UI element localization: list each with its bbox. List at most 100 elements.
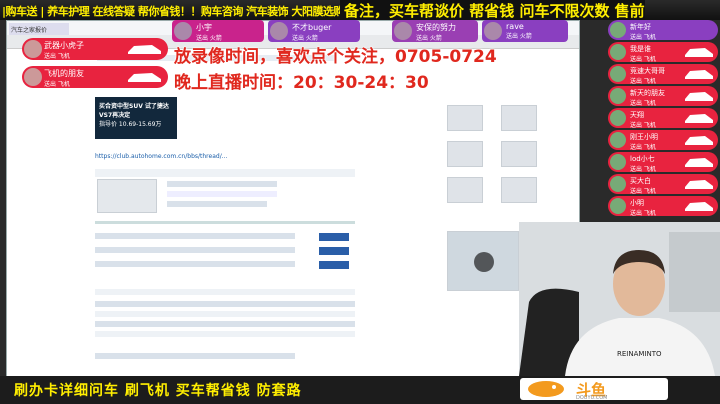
ad-price: 指导价 10.69-15.69万 xyxy=(99,121,162,128)
gift-item: 新年好 送出 飞机 xyxy=(608,20,718,41)
car-header-row xyxy=(95,169,355,177)
inquiry-button[interactable] xyxy=(319,261,349,269)
gift-user: 新年好 xyxy=(630,23,651,31)
gift-user: 小明 xyxy=(630,199,644,207)
car-thumb[interactable] xyxy=(447,105,483,131)
svg-text:REINAMINTO: REINAMINTO xyxy=(617,350,662,358)
avatar xyxy=(610,154,626,170)
car-gift-icon xyxy=(685,202,713,211)
schedule-notice: 放录像时间，喜欢点个关注，0705-0724 xyxy=(174,47,497,67)
avatar xyxy=(610,44,626,60)
car-thumb[interactable] xyxy=(447,177,483,203)
gift-user: 新天的朋友 xyxy=(630,89,665,97)
forum-list-row xyxy=(95,353,295,359)
stream-frame: |购车送 | 养车护理 在线答疑 帮你省钱！！购车咨询 汽车装饰 大阳膜选购 底… xyxy=(0,0,720,404)
forum-list-row xyxy=(95,289,355,295)
car-info-row xyxy=(167,181,277,187)
car-thumb[interactable] xyxy=(447,141,483,167)
car-gift-icon xyxy=(685,114,713,123)
gift-user: 小宇 xyxy=(196,23,212,32)
bottom-slogan: 刷办卡详细问车 刷飞机 买车帮省钱 防套路 xyxy=(14,383,302,399)
gift-item: 买大白 送出 飞机 xyxy=(608,174,718,195)
gift-sub: 送出 火箭 xyxy=(292,35,318,42)
ticker-right-text: 备注，买车帮谈价 帮省钱 问车不限次数 售前 xyxy=(340,0,645,20)
forum-list-row xyxy=(95,301,355,307)
gift-sub: 送出 火箭 xyxy=(196,35,222,42)
gift-user: rave xyxy=(506,22,524,31)
avatar xyxy=(610,22,626,38)
price-row xyxy=(95,261,295,267)
avatar xyxy=(610,176,626,192)
ad-banner[interactable]: 买合资中型SUV 试了捷达VS7再决定 指导价 10.69-15.69万 xyxy=(95,97,177,139)
browser-tab[interactable]: 汽车之家报价 xyxy=(9,23,69,35)
gift-user: lod小七 xyxy=(630,155,655,163)
gift-user: 我是谁 xyxy=(630,45,651,53)
top-gift: rave 送出 火箭 xyxy=(482,20,568,42)
video-thumb[interactable] xyxy=(447,231,519,291)
gift-item: 我是谁 送出 飞机 xyxy=(608,42,718,63)
gift-user: 安保的努力 xyxy=(416,23,456,32)
car-gift-icon xyxy=(685,70,713,79)
avatar xyxy=(610,88,626,104)
play-icon xyxy=(474,252,494,272)
gift-user: 刚王小明 xyxy=(630,133,658,141)
gift-user: 武器小虎子 xyxy=(44,41,84,50)
car-gift-icon xyxy=(685,158,713,167)
inquiry-button[interactable] xyxy=(319,233,349,241)
scrolling-ticker: |购车送 | 养车护理 在线答疑 帮你省钱！！购车咨询 汽车装饰 大阳膜选购 底… xyxy=(0,0,720,20)
gift-sub: 送出 火箭 xyxy=(416,35,442,42)
top-gift: 小宇 送出 火箭 xyxy=(172,20,264,42)
avatar xyxy=(24,40,42,58)
gift-item: 刚王小明 送出 飞机 xyxy=(608,130,718,151)
avatar xyxy=(610,132,626,148)
car-gift-icon xyxy=(128,73,161,82)
avatar xyxy=(610,198,626,214)
car-info-row xyxy=(167,201,267,207)
price-row xyxy=(95,233,295,239)
ad-text: 买合资中型SUV 试了捷达VS7再决定 xyxy=(99,103,169,119)
gift-sub: 送出 飞机 xyxy=(630,34,656,41)
avatar xyxy=(610,66,626,82)
gift-user: 不才buger xyxy=(292,23,332,32)
top-gift: 不才buger 送出 火箭 xyxy=(268,20,360,42)
fish-logo-icon xyxy=(528,381,564,397)
webcam-feed: REINAMINTO xyxy=(519,222,720,376)
douyu-logo: 斗鱼 DOUYU.COM xyxy=(520,378,668,401)
gift-badge: 武器小虎子 送出 飞机 xyxy=(22,38,168,60)
streamer-figure: REINAMINTO xyxy=(519,222,720,376)
page-url-link[interactable]: https://club.autohome.com.cn/bbs/thread/… xyxy=(95,153,335,160)
car-photo[interactable] xyxy=(97,179,157,213)
avatar xyxy=(174,22,192,40)
web-page: 买合资中型SUV 试了捷达VS7再决定 指导价 10.69-15.69万 htt… xyxy=(7,49,579,377)
car-gift-icon xyxy=(685,92,713,101)
car-gift-icon xyxy=(128,45,161,54)
car-info-row xyxy=(167,191,277,197)
avatar xyxy=(270,22,288,40)
car-gift-icon xyxy=(685,48,713,57)
car-thumb[interactable] xyxy=(501,141,537,167)
gift-item: 天翔 送出 飞机 xyxy=(608,108,718,129)
top-gift: 安保的努力 送出 火箭 xyxy=(392,20,478,42)
gift-user: 天翔 xyxy=(630,111,644,119)
gift-user: 竞速大哥哥 xyxy=(630,67,665,75)
gift-sub: 送出 火箭 xyxy=(506,33,532,40)
gift-badge: 飞机的朋友 送出 飞机 xyxy=(22,66,168,88)
gift-item: 小明 送出 飞机 xyxy=(608,196,718,217)
car-gift-icon xyxy=(685,180,713,189)
gift-sidebar: 新年好 送出 飞机 我是谁 送出 飞机 竞速大哥哥 送出 飞机 新天的朋友 送出 飞机 … xyxy=(606,20,720,217)
gift-item: 竞速大哥哥 送出 飞机 xyxy=(608,64,718,85)
avatar xyxy=(610,110,626,126)
car-thumb[interactable] xyxy=(501,105,537,131)
avatar xyxy=(484,22,502,40)
live-time-notice: 晚上直播时间：20：30-24：30 xyxy=(174,73,429,93)
forum-list-row xyxy=(95,321,355,327)
car-gift-icon xyxy=(685,136,713,145)
gift-item: lod小七 送出 飞机 xyxy=(608,152,718,173)
inquiry-button[interactable] xyxy=(319,247,349,255)
avatar xyxy=(394,22,412,40)
gift-item: 新天的朋友 送出 飞机 xyxy=(608,86,718,107)
divider xyxy=(95,221,355,224)
logo-url: DOUYU.COM xyxy=(576,395,608,401)
gift-user: 买大白 xyxy=(630,177,651,185)
car-thumb[interactable] xyxy=(501,177,537,203)
